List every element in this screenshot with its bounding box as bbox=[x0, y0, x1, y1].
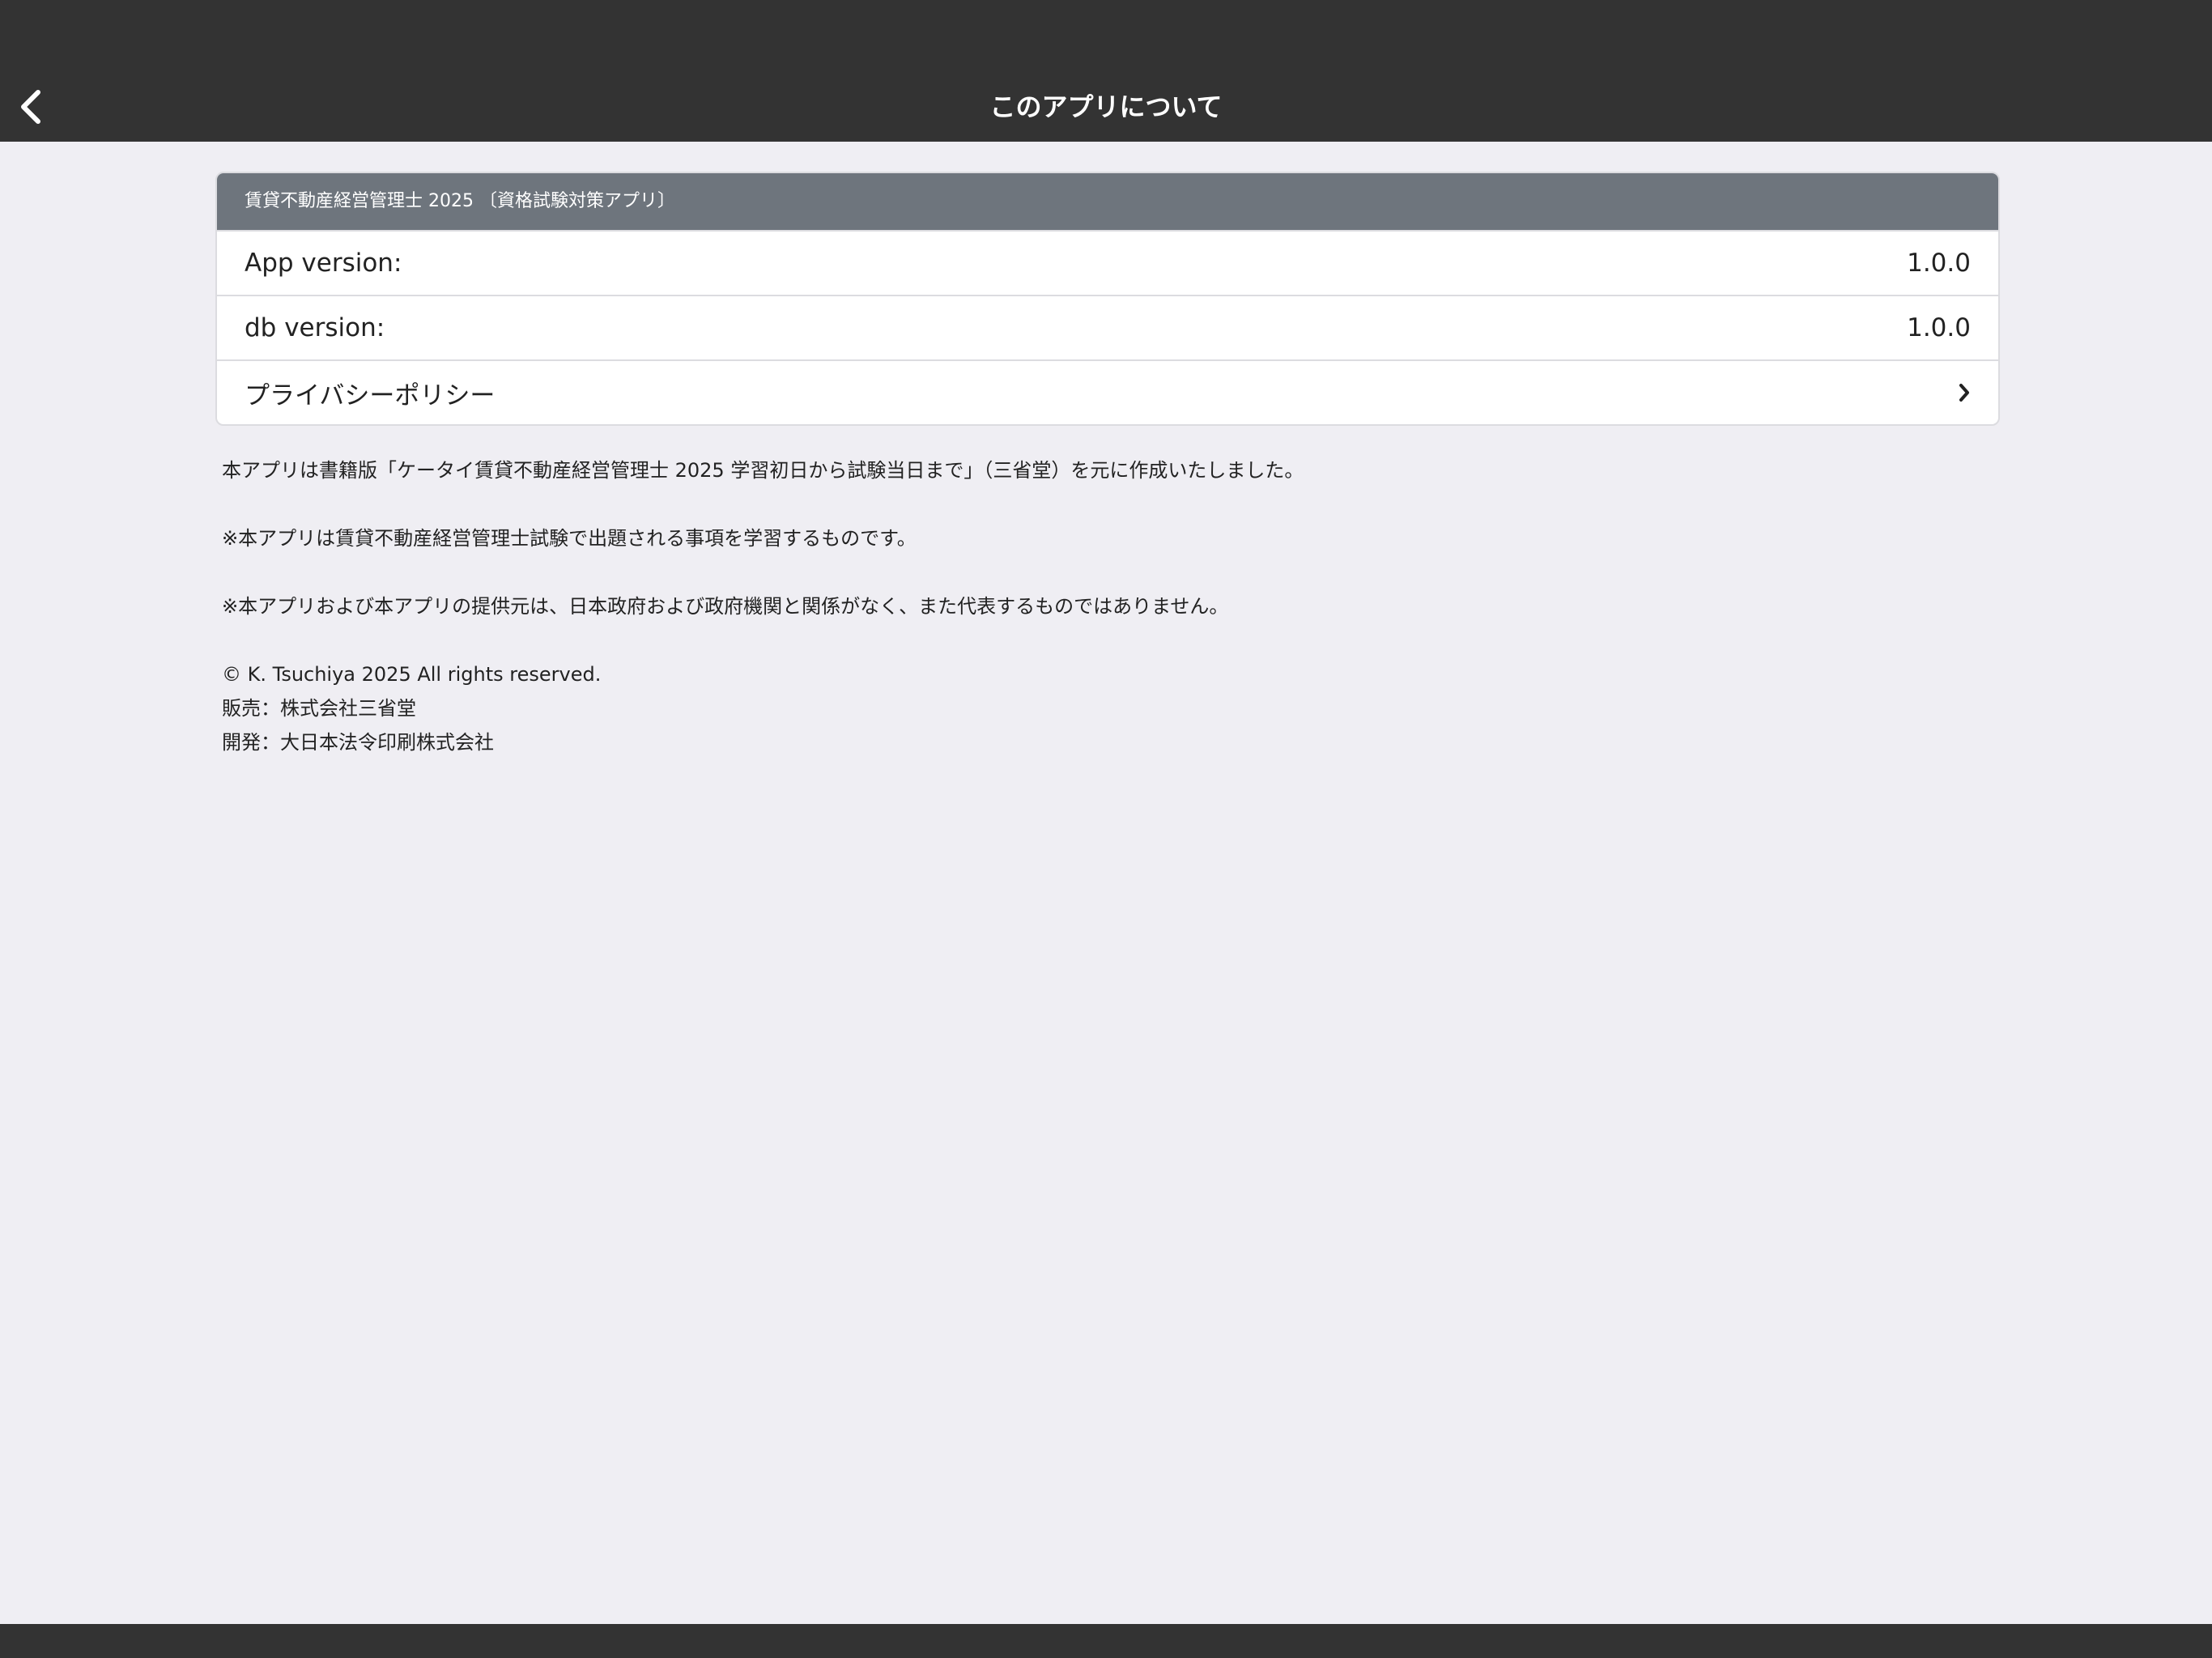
copyright-text: © K. Tsuchiya 2025 All rights reserved. bbox=[222, 663, 602, 686]
developer-text: 開発：大日本法令印刷株式会社 bbox=[222, 731, 494, 754]
privacy-policy-row[interactable]: プライバシーポリシー bbox=[217, 359, 1998, 424]
bottom-bar bbox=[0, 1624, 2212, 1658]
app-version-value: 1.0.0 bbox=[1907, 249, 1971, 278]
navigation-bar: このアプリについて bbox=[0, 0, 2212, 142]
chevron-right-icon bbox=[1959, 384, 1969, 402]
about-text: 本アプリは書籍版「ケータイ賃貸不動産経営管理士 2025 学習初日から試験当日ま… bbox=[222, 453, 1987, 759]
app-info-card: 賃貸不動産経営管理士 2025 〔資格試験対策アプリ〕 App version:… bbox=[215, 172, 2000, 426]
source-book-note: 本アプリは書籍版「ケータイ賃貸不動産経営管理士 2025 学習初日から試験当日ま… bbox=[222, 459, 1304, 482]
db-version-row: db version: 1.0.0 bbox=[217, 295, 1998, 359]
app-version-row: App version: 1.0.0 bbox=[217, 230, 1998, 295]
disclaimer-note: ※本アプリおよび本アプリの提供元は、日本政府および政府機関と関係がなく、また代表… bbox=[222, 595, 1229, 618]
seller-text: 販売：株式会社三省堂 bbox=[222, 697, 416, 720]
db-version-label: db version: bbox=[245, 313, 385, 342]
app-version-label: App version: bbox=[245, 249, 402, 278]
page-title: このアプリについて bbox=[989, 91, 1223, 122]
purpose-note: ※本アプリは賃貸不動産経営管理士試験で出題される事項を学習するものです。 bbox=[222, 527, 917, 550]
card-header: 賃貸不動産経営管理士 2025 〔資格試験対策アプリ〕 bbox=[217, 173, 1998, 230]
db-version-value: 1.0.0 bbox=[1907, 313, 1971, 342]
privacy-policy-label: プライバシーポリシー bbox=[245, 380, 496, 410]
